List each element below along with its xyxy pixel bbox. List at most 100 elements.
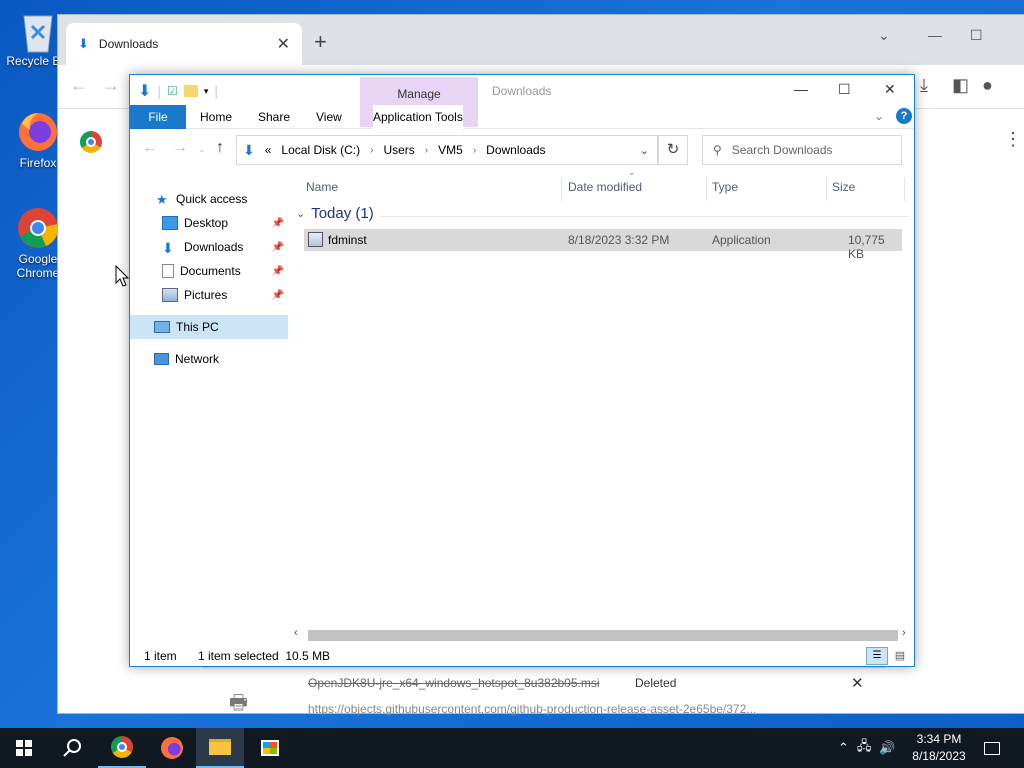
download-icon[interactable]: ⤓ [920, 75, 928, 96]
expand-ribbon-icon[interactable]: ⌄ [874, 109, 884, 123]
downloads-folder-icon: ⬇ [162, 240, 174, 256]
breadcrumb-segment[interactable]: Downloads [486, 143, 545, 157]
search-button[interactable] [48, 728, 96, 768]
help-icon[interactable]: ? [896, 108, 912, 124]
taskbar-firefox[interactable] [148, 728, 196, 768]
clock-time: 3:34 PM [916, 732, 962, 746]
more-menu-icon[interactable]: ⋮ [1004, 129, 1022, 150]
chrome-maximize-button[interactable]: ☐ [970, 27, 983, 44]
column-header-size[interactable]: Size [832, 173, 855, 201]
minimize-button[interactable]: — [794, 81, 808, 97]
status-selection: 1 item selected 10.5 MB [198, 649, 331, 663]
column-divider[interactable] [561, 177, 562, 201]
horizontal-scrollbar[interactable]: ‹ › [292, 627, 914, 643]
scroll-left-icon[interactable]: ‹ [294, 627, 298, 639]
notification-center-button[interactable] [968, 728, 1016, 768]
breadcrumb-separator-icon[interactable]: › [425, 145, 428, 156]
chrome-tab-search-icon[interactable]: ⌄ [878, 27, 890, 44]
close-button[interactable]: ✕ [884, 81, 896, 98]
nav-downloads[interactable]: ⬇ Downloads 📌 [130, 235, 288, 259]
volume-icon[interactable]: 🔊 [879, 740, 895, 756]
new-folder-icon[interactable] [183, 85, 198, 97]
nav-this-pc[interactable]: This PC [130, 315, 288, 339]
pin-icon[interactable]: 📌 [272, 266, 284, 277]
show-hidden-icons-icon[interactable]: ⌃ [838, 740, 849, 756]
nav-network[interactable]: Network [130, 347, 288, 371]
nav-desktop[interactable]: Desktop 📌 [130, 211, 288, 235]
column-header-name[interactable]: Name [306, 173, 338, 201]
clock-date: 8/18/2023 [912, 749, 966, 763]
status-item-count: 1 item [144, 649, 177, 663]
chrome-minimize-button[interactable]: — [928, 27, 942, 43]
column-divider[interactable] [826, 177, 827, 201]
profile-icon[interactable]: ● [982, 75, 993, 96]
group-divider [380, 216, 908, 217]
download-filename[interactable]: OpenJDK8U-jre_x64_windows_hotspot_8u382b… [308, 676, 600, 690]
new-tab-button[interactable]: + [314, 29, 327, 55]
properties-icon[interactable]: ☑ [167, 84, 178, 98]
nav-label: Downloads [184, 240, 244, 254]
back-icon[interactable]: ← [142, 139, 158, 157]
tab-application-tools[interactable]: Application Tools [373, 105, 463, 129]
recent-locations-icon[interactable]: ⌄ [198, 144, 206, 155]
file-row[interactable]: fdminst 8/18/2023 3:32 PM Application 10… [304, 229, 902, 261]
desktop-folder-icon [162, 216, 178, 230]
search-input[interactable]: ⚲ Search Downloads [702, 135, 902, 165]
desktop-icon-label: Firefox [19, 156, 57, 170]
column-divider[interactable] [706, 177, 707, 201]
up-icon[interactable]: ↑ [216, 139, 224, 157]
breadcrumb-segment[interactable]: Users [383, 143, 414, 157]
clock[interactable]: 3:34 PM 8/18/2023 [906, 731, 972, 765]
customize-qat-icon[interactable]: ▾ [204, 86, 209, 97]
nav-label: Network [175, 352, 220, 366]
tab-home[interactable]: Home [200, 105, 232, 129]
taskbar-file-explorer[interactable] [196, 728, 244, 768]
pin-icon[interactable]: 📌 [272, 242, 284, 253]
tab-close-icon[interactable]: ✕ [277, 34, 290, 54]
network-tray-icon[interactable]: 🖧 [857, 737, 872, 759]
scrollbar-thumb[interactable] [308, 630, 898, 641]
nav-pictures[interactable]: Pictures 📌 [130, 283, 288, 307]
chrome-tab[interactable]: ⬇ Downloads ✕ [66, 23, 302, 65]
nav-quick-access[interactable]: ★ Quick access [130, 187, 288, 211]
address-overflow[interactable]: « [265, 143, 272, 157]
downloads-folder-icon: ⬇ [243, 141, 255, 158]
download-close-icon[interactable]: ✕ [851, 674, 864, 692]
chrome-tab-strip: ⬇ Downloads ✕ + ⌄ — ☐ [58, 15, 1024, 65]
address-dropdown-icon[interactable]: ⌄ [640, 144, 649, 157]
nav-documents[interactable]: Documents 📌 [130, 259, 288, 283]
large-icons-view-icon[interactable]: ▤ [890, 647, 910, 665]
system-tray: ⌃ 🖧 🔊 [838, 728, 896, 768]
pin-icon[interactable]: 📌 [272, 218, 284, 229]
column-header-date[interactable]: Date modified [568, 173, 642, 201]
back-icon[interactable]: ← [70, 75, 88, 96]
forward-icon[interactable]: → [102, 75, 120, 96]
breadcrumb-separator-icon[interactable]: › [473, 145, 476, 156]
file-icon: 🖶 [229, 692, 248, 714]
download-status: Deleted [635, 676, 677, 690]
breadcrumb-separator-icon[interactable]: › [370, 145, 373, 156]
breadcrumb-segment[interactable]: VM5 [438, 143, 463, 157]
forward-icon[interactable]: → [172, 139, 188, 157]
start-button[interactable] [0, 728, 48, 768]
maximize-button[interactable]: ☐ [838, 81, 851, 98]
tab-share[interactable]: Share [258, 105, 290, 129]
side-panel-icon[interactable]: ◧ [952, 75, 969, 96]
scroll-right-icon[interactable]: › [902, 627, 906, 639]
group-header[interactable]: ⌄ Today (1) [296, 205, 374, 222]
column-divider[interactable] [904, 177, 905, 201]
chrome-logo-icon [80, 131, 102, 153]
tab-file[interactable]: File [130, 105, 186, 129]
pin-icon[interactable]: 📌 [272, 290, 284, 301]
pictures-icon [162, 288, 178, 302]
refresh-button[interactable]: ↻ [658, 135, 688, 165]
collapse-icon[interactable]: ⌄ [296, 207, 305, 220]
status-bar: 1 item 1 item selected 10.5 MB ☰ ▤ [130, 645, 914, 667]
taskbar-store[interactable] [246, 728, 294, 768]
tab-view[interactable]: View [316, 105, 342, 129]
column-header-type[interactable]: Type [712, 173, 738, 201]
address-bar[interactable]: ⬇ « Local Disk (C:) › Users › VM5 › Down… [236, 135, 658, 165]
breadcrumb-segment[interactable]: Local Disk (C:) [281, 143, 360, 157]
taskbar-chrome[interactable] [98, 728, 146, 768]
details-view-icon[interactable]: ☰ [866, 647, 888, 665]
